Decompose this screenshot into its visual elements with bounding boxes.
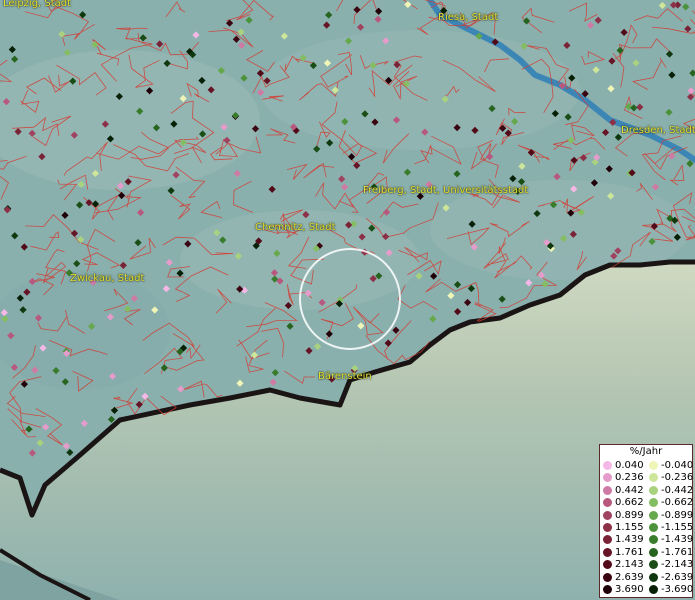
legend-swatch xyxy=(649,585,658,594)
legend-swatch xyxy=(649,485,658,495)
legend-value: -1.155 xyxy=(661,522,694,533)
map-canvas[interactable] xyxy=(0,0,695,600)
legend-value: -1.439 xyxy=(661,534,694,546)
legend-row: 0.040 -0.040 xyxy=(600,460,694,472)
legend-swatch xyxy=(649,498,658,508)
legend-swatch xyxy=(603,547,612,557)
legend-value: -0.236 xyxy=(661,472,694,484)
legend-swatch xyxy=(603,585,612,594)
legend-swatch xyxy=(649,510,658,520)
legend-row: 1.439 -1.439 xyxy=(600,534,694,546)
legend-value: 1.761 xyxy=(615,546,644,558)
city-label-chemnitz: Chemnitz, Stadt xyxy=(255,222,336,233)
legend-value: 3.690 xyxy=(615,584,644,595)
legend-row: 1.761 -1.761 xyxy=(600,547,694,559)
legend-row: 1.155 -1.155 xyxy=(600,522,694,534)
legend-value: -0.040 xyxy=(661,460,694,471)
legend-swatch xyxy=(649,560,658,570)
legend-swatch xyxy=(649,572,658,582)
legend-value: -3.690 xyxy=(661,584,694,595)
legend-row: 0.662 -0.662 xyxy=(600,497,694,509)
legend-swatch xyxy=(649,473,658,483)
legend-value: 2.639 xyxy=(615,571,644,583)
legend: %/Jahr 0.040 -0.040 0.236 -0.236 0.442 -0.442… xyxy=(599,444,693,598)
legend-value: 2.143 xyxy=(615,559,644,571)
legend-swatch xyxy=(603,535,612,545)
legend-value: -2.639 xyxy=(661,571,694,583)
legend-row: 0.442 -0.442 xyxy=(600,485,694,497)
legend-value: 0.236 xyxy=(615,472,644,484)
legend-value: -1.761 xyxy=(661,546,694,558)
legend-swatch xyxy=(603,473,612,483)
legend-row: 0.236 -0.236 xyxy=(600,472,694,484)
legend-swatch xyxy=(603,461,612,470)
legend-swatch xyxy=(603,498,612,508)
city-label-baerenstein: Bärenstein xyxy=(318,371,372,382)
legend-swatch xyxy=(649,461,658,470)
legend-swatch xyxy=(603,523,612,532)
legend-swatch xyxy=(603,510,612,520)
legend-value: 0.899 xyxy=(615,509,644,521)
legend-value: 0.442 xyxy=(615,484,644,496)
legend-row: 2.143 -2.143 xyxy=(600,559,694,571)
legend-row: 3.690 -3.690 xyxy=(600,584,694,596)
legend-value: -0.899 xyxy=(661,509,694,521)
legend-swatch xyxy=(603,485,612,495)
legend-value: 0.662 xyxy=(615,497,644,509)
city-label-zwickau: Zwickau, Stadt xyxy=(70,273,145,284)
city-label-freiberg: Freiberg, Stadt, Universitätsstadt xyxy=(363,185,529,196)
legend-swatch xyxy=(649,535,658,545)
legend-swatch xyxy=(603,572,612,582)
legend-value: -0.662 xyxy=(661,497,694,509)
legend-value: -2.143 xyxy=(661,559,694,571)
legend-swatch xyxy=(603,560,612,570)
legend-row: 2.639 -2.639 xyxy=(600,572,694,584)
legend-value: -0.442 xyxy=(661,484,694,496)
city-label-riesa: Riesa, Stadt xyxy=(438,12,499,23)
city-label-leipzig: Leipzig, Stadt xyxy=(3,0,72,9)
legend-swatch xyxy=(649,547,658,557)
legend-swatch xyxy=(649,523,658,532)
legend-row: 0.899 -0.899 xyxy=(600,510,694,522)
legend-value: 0.040 xyxy=(615,460,644,471)
legend-value: 1.155 xyxy=(615,522,644,533)
city-label-dresden: Dresden, Stadt xyxy=(621,125,695,136)
legend-value: 1.439 xyxy=(615,534,644,546)
legend-title: %/Jahr xyxy=(629,446,663,457)
